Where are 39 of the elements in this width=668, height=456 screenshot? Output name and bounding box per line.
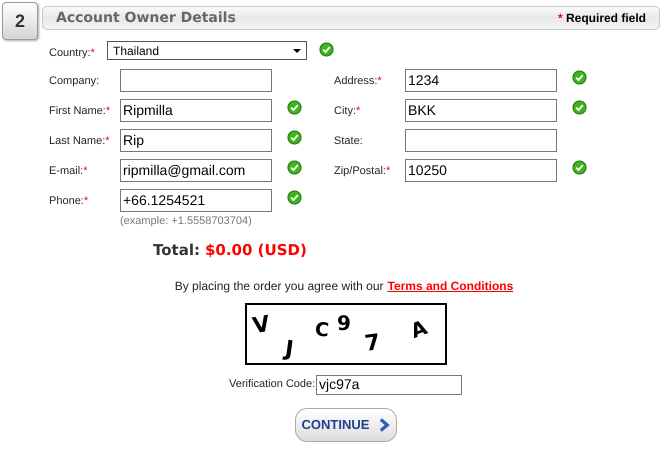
field-label: City:* (334, 104, 362, 118)
caret-icon (293, 48, 301, 52)
field-hint: (example: +1.5558703704) (120, 214, 253, 228)
field-label: Address:* (334, 74, 383, 88)
captcha-character: A (408, 316, 430, 341)
field-label: First Name:* (49, 104, 112, 118)
country-select[interactable]: Thailand (107, 41, 307, 60)
input-field[interactable]: 10250 (405, 158, 557, 182)
captcha-character: V (251, 313, 272, 338)
captcha-character: 7 (364, 332, 382, 356)
input-field[interactable]: Rip (120, 128, 272, 152)
captcha-character: C (314, 320, 330, 340)
field-label: E-mail:* (49, 164, 89, 178)
input-field[interactable]: Ripmilla (120, 98, 272, 122)
field-label: Company: (49, 74, 100, 88)
field-label: State: (334, 134, 364, 148)
input-field[interactable]: ripmilla@gmail.com (120, 158, 272, 182)
field-label: Last Name:* (49, 134, 111, 148)
input-field[interactable]: +66.1254521 (120, 188, 272, 212)
field-label: Phone:* (49, 194, 90, 208)
input-field[interactable] (120, 68, 272, 92)
section-title: Account Owner Details (56, 8, 236, 28)
total-label: Total: (153, 240, 200, 261)
continue-button[interactable]: CONTINUE (295, 408, 397, 442)
input-field[interactable] (405, 128, 557, 152)
chevron-icon (379, 418, 390, 432)
captcha-character: 9 (337, 312, 351, 332)
verification-label: Verification Code: (229, 377, 316, 392)
terms-link[interactable]: Terms and Conditions (388, 276, 514, 294)
agreement-text: By placing the order you agree with our (174, 278, 384, 294)
input-field[interactable]: 1234 (405, 68, 557, 92)
input-field[interactable]: BKK (405, 98, 557, 122)
field-label: Country:* (49, 46, 96, 61)
required-note: * Required field (558, 10, 646, 27)
step-number: 2 (2, 2, 38, 40)
verification-field[interactable]: vjc97a (316, 374, 462, 394)
total-amount: $0.00 (USD) (204, 240, 307, 261)
field-label: Zip/Postal:* (334, 164, 392, 178)
captcha-character: J (284, 338, 295, 361)
